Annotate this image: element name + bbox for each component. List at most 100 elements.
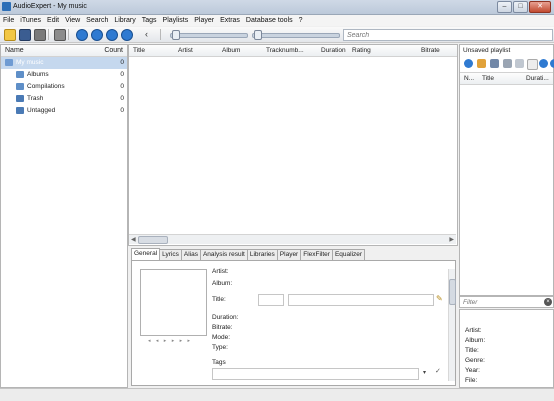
tags-field[interactable] [212,368,419,380]
menu-edit[interactable]: Edit [44,17,62,24]
album-label: Album: [212,280,233,287]
untagged-icon [16,107,24,114]
playlist-column-number[interactable]: N... [464,75,474,82]
tab-lyrics[interactable]: Lyrics [159,249,182,260]
track-number-field[interactable] [258,294,284,306]
tree-item-my-music[interactable]: My music 0 [1,57,127,69]
artwork-navigation[interactable]: ◂ ◂ ▸ ▸ ▸ ▸ [148,338,192,344]
save-playlist-icon[interactable] [490,59,499,68]
menu-playlists[interactable]: Playlists [160,17,192,24]
menu-library[interactable]: Library [111,17,138,24]
close-button[interactable]: ✕ [529,1,551,13]
clear-filter-icon[interactable]: × [544,298,552,306]
album-artwork[interactable] [140,269,207,336]
menu-player[interactable]: Player [191,17,217,24]
menu-help[interactable]: ? [296,17,306,24]
menu-itunes[interactable]: iTunes [17,17,44,24]
scrollbar-thumb[interactable] [138,236,168,244]
tab-alias[interactable]: Alias [180,249,201,260]
toolbar-separator [48,29,49,40]
menu-search[interactable]: Search [83,17,111,24]
column-bitrate[interactable]: Bitrate [421,47,440,54]
seek-slider-handle[interactable] [172,30,180,40]
tree-item-untagged[interactable]: Untagged 0 [1,105,127,117]
playlist-column-title[interactable]: Title [482,75,494,82]
filter-input[interactable] [460,297,544,307]
scrollbar-thumb[interactable] [449,279,456,305]
title-bar: AudioExpert - My music – □ ✕ [0,0,554,15]
column-rating[interactable]: Rating [352,47,371,54]
menu-tags[interactable]: Tags [139,17,160,24]
details-year-label: Year: [465,367,480,374]
tab-equalizer[interactable]: Equalizer [331,249,366,260]
open-folder-icon[interactable] [477,59,486,68]
add-files-icon[interactable] [4,29,16,41]
tab-player[interactable]: Player [276,249,302,260]
general-tab-content: ◂ ◂ ▸ ▸ ▸ ▸ Artist: Album: Title: ✎ Dura… [131,260,456,386]
music-folder-icon [5,59,13,66]
column-album[interactable]: Album [222,47,240,54]
new-playlist-icon[interactable] [515,59,524,68]
filter-box: × [459,296,554,308]
playlist-refresh-icon[interactable] [550,59,554,68]
back-icon[interactable]: ‹ [145,29,155,39]
next-icon[interactable] [121,29,133,41]
column-duration[interactable]: Duration [321,47,346,54]
tree-item-compilations[interactable]: Compilations 0 [1,81,127,93]
info-tabs: General Lyrics Alias Analysis result Lib… [131,248,366,260]
tree-item-trash[interactable]: Trash 0 [1,93,127,105]
title-label: Title: [212,296,226,303]
maximize-button[interactable]: □ [513,1,528,13]
save-as-icon[interactable] [503,59,512,68]
refresh-icon[interactable] [34,29,46,41]
info-vertical-scrollbar[interactable] [448,269,456,381]
count-column-header[interactable]: Count [104,47,123,54]
playlist-back-icon[interactable] [464,59,473,68]
volume-slider-handle[interactable] [254,30,262,40]
scroll-right-icon[interactable]: ▶ [449,236,454,243]
tab-analysis-result[interactable]: Analysis result [199,249,248,260]
title-field[interactable] [288,294,434,306]
save-icon[interactable] [19,29,31,41]
track-info-panel: General Lyrics Alias Analysis result Lib… [128,246,456,386]
volume-slider[interactable] [252,33,340,38]
app-window: AudioExpert - My music – □ ✕ File iTunes… [0,0,554,401]
column-title[interactable]: Title [133,47,145,54]
menu-bar: File iTunes Edit View Search Library Tag… [0,15,554,26]
track-details-panel: Artist: Album: Title: Genre: Year: File: [459,309,554,388]
tags-label: Tags [212,359,226,366]
tab-general[interactable]: General [131,248,161,260]
status-bar [0,388,554,401]
tree-item-count: 0 [120,107,124,114]
seek-slider[interactable] [170,33,248,38]
search-input[interactable] [344,30,550,40]
undo-icon[interactable] [54,29,66,41]
minimize-button[interactable]: – [497,1,512,13]
edit-pen-icon[interactable]: ✎ [436,294,445,303]
menu-database-tools[interactable]: Database tools [243,17,296,24]
tab-flexfilter[interactable]: FlexFilter [300,249,333,260]
name-column-header[interactable]: Name [5,47,24,54]
playlist-play-icon[interactable] [539,59,548,68]
menu-view[interactable]: View [62,17,83,24]
albums-icon [16,71,24,78]
details-artist-label: Artist: [465,327,482,334]
stop-icon[interactable] [106,29,118,41]
column-artist[interactable]: Artist [178,47,193,54]
checkmark-icon[interactable]: ✓ [435,367,441,375]
play-icon[interactable] [76,29,88,41]
pause-icon[interactable] [91,29,103,41]
column-tracknumber[interactable]: Tracknumb... [266,47,304,54]
track-list-horizontal-scrollbar[interactable]: ◀ ▶ [129,234,456,244]
tree-item-label: Trash [27,95,44,102]
tree-item-albums[interactable]: Albums 0 [1,69,127,81]
document-icon[interactable] [527,59,538,70]
details-album-label: Album: [465,337,486,344]
details-genre-label: Genre: [465,357,485,364]
menu-file[interactable]: File [0,17,17,24]
chevron-down-icon[interactable]: ▾ [423,369,426,376]
menu-extras[interactable]: Extras [217,17,243,24]
playlist-column-duration[interactable]: Durati... [526,75,549,82]
scroll-left-icon[interactable]: ◀ [131,236,136,243]
tab-libraries[interactable]: Libraries [246,249,278,260]
